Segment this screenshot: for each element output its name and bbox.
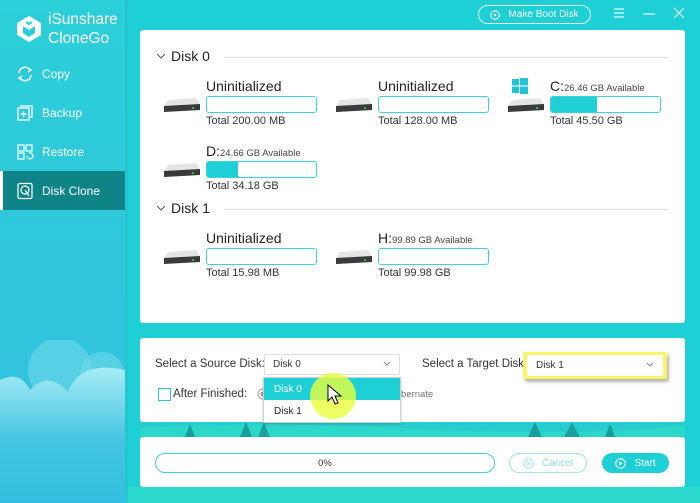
logo-icon <box>17 16 41 42</box>
sync-icon <box>17 66 33 81</box>
disk-1-header[interactable]: Disk 1 <box>156 200 210 216</box>
play-icon <box>615 457 627 469</box>
target-disk-label: Select a Target Disk: <box>422 358 528 370</box>
hibernate-option-label: bernate <box>401 389 434 400</box>
chevron-down-icon <box>383 361 391 366</box>
menu-icon[interactable] <box>612 6 626 20</box>
after-finished-checkbox[interactable] <box>158 388 171 401</box>
app-logo: iSunshare CloneGo <box>16 10 118 48</box>
partition[interactable]: Uninitialized Total 15.98 MB <box>162 230 332 280</box>
partition-usage-bar <box>206 161 317 178</box>
disc-icon <box>490 9 501 20</box>
start-label: Start <box>634 457 656 469</box>
sidebar: iSunshare CloneGo Copy Backup Restore Di… <box>0 0 125 503</box>
usage-fill <box>207 162 238 177</box>
restore-icon <box>17 143 34 160</box>
partition[interactable]: Uninitialized Total 200.00 MB <box>162 78 332 128</box>
hard-drive-icon <box>336 98 372 112</box>
after-finished-label: After Finished: <box>173 388 248 400</box>
partition[interactable]: H:99.89 GB Available Total 99.98 GB <box>334 230 504 280</box>
partition[interactable]: Uninitialized Total 128.00 MB <box>334 78 504 128</box>
partition-total: Total 99.98 GB <box>378 267 451 279</box>
make-boot-disk-label: Make Boot Disk <box>508 9 579 20</box>
source-disk-label: Select a Source Disk: <box>155 358 265 370</box>
sidebar-item-disk-clone[interactable]: Disk Clone <box>0 171 125 210</box>
cancel-button[interactable]: Cancel <box>509 453 587 473</box>
partition-name: Uninitialized <box>206 78 282 94</box>
mouse-pointer-icon <box>327 384 343 405</box>
windows-icon <box>512 78 528 94</box>
disk-label: Disk 1 <box>171 200 210 216</box>
partition-usage-bar <box>206 248 317 265</box>
sidebar-item-backup[interactable]: Backup <box>0 93 125 132</box>
trees-decoration <box>140 422 685 437</box>
partition-total: Total 45.50 GB <box>550 115 623 127</box>
close-icon[interactable] <box>672 6 686 20</box>
sidebar-item-copy[interactable]: Copy <box>0 54 125 93</box>
partition-usage-bar <box>550 96 661 113</box>
source-disk-select[interactable]: Disk 0 <box>264 354 400 375</box>
cancel-icon <box>523 457 534 469</box>
partition-name: H:99.89 GB Available <box>378 230 473 246</box>
make-boot-disk-button[interactable]: Make Boot Disk <box>478 5 591 24</box>
sidebar-divider <box>125 0 128 503</box>
disk-0-header[interactable]: Disk 0 <box>156 48 210 64</box>
target-disk-select[interactable]: Disk 1 <box>527 355 663 376</box>
chevron-down-icon <box>156 53 166 59</box>
start-button[interactable]: Start <box>602 453 669 473</box>
sidebar-item-label: Disk Clone <box>42 183 101 198</box>
app-title-line2: CloneGo <box>48 30 110 47</box>
backup-icon <box>17 104 33 121</box>
app-title: iSunshare CloneGo <box>48 10 118 48</box>
chevron-down-icon <box>156 205 166 211</box>
disk-list-panel: Disk 0 Uninitialized Total 200.00 MB Uni… <box>140 30 685 323</box>
hard-drive-icon <box>164 250 200 264</box>
clone-options-panel <box>140 338 685 422</box>
sidebar-item-label: Copy <box>42 66 71 81</box>
partition[interactable]: C:26.46 GB Available Total 45.50 GB <box>506 78 676 128</box>
bottom-strip <box>128 487 700 503</box>
partition-usage-bar <box>378 248 489 265</box>
target-disk-value: Disk 1 <box>536 360 564 371</box>
sidebar-item-label: Backup <box>42 105 83 120</box>
minimize-icon[interactable] <box>642 6 656 20</box>
app-title-line1: iSunshare <box>48 11 118 28</box>
hard-drive-icon <box>164 98 200 112</box>
partition-usage-bar <box>378 96 489 113</box>
partition[interactable]: D:24.66 GB Available Total 34.18 GB <box>162 143 332 193</box>
partition-total: Total 200.00 MB <box>206 115 286 127</box>
divider <box>224 57 669 58</box>
clouds-decoration <box>0 340 125 503</box>
partition-total: Total 15.98 MB <box>206 267 280 279</box>
partition-usage-bar <box>206 96 317 113</box>
sidebar-item-label: Restore <box>42 144 85 159</box>
clone-progress-bar: 0% <box>155 453 495 473</box>
partition-name: Uninitialized <box>206 230 282 246</box>
title-bar: Make Boot Disk <box>128 0 700 30</box>
divider <box>224 209 669 210</box>
partition-name: D:24.66 GB Available <box>206 143 301 159</box>
chevron-down-icon <box>646 362 654 367</box>
partition-total: Total 34.18 GB <box>206 180 279 192</box>
cancel-label: Cancel <box>541 457 574 469</box>
progress-text: 0% <box>318 457 332 469</box>
usage-fill <box>551 97 597 112</box>
sidebar-nav: Copy Backup Restore Disk Clone <box>0 54 125 210</box>
partition-total: Total 128.00 MB <box>378 115 458 127</box>
disk-clone-icon <box>17 182 33 199</box>
hard-drive-icon <box>508 98 544 112</box>
hard-drive-icon <box>164 163 200 177</box>
partition-name: C:26.46 GB Available <box>550 78 645 94</box>
source-disk-value: Disk 0 <box>273 359 301 370</box>
partition-name: Uninitialized <box>378 78 454 94</box>
run-panel: 0% Cancel Start <box>140 437 685 487</box>
hard-drive-icon <box>336 250 372 264</box>
disk-label: Disk 0 <box>171 48 210 64</box>
sidebar-item-restore[interactable]: Restore <box>0 132 125 171</box>
